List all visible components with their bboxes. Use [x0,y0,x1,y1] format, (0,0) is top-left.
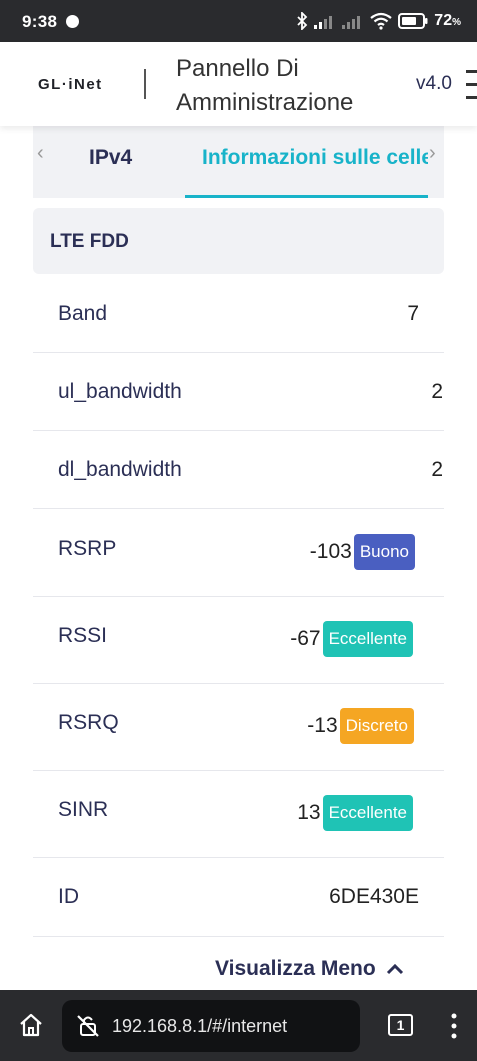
status-icons: 72% [296,11,461,31]
app-header: GL·iNet Pannello Di Amministrazione v4.0 [0,42,477,126]
info-row-dl-bandwidth: dl_bandwidth 2 [33,431,444,509]
row-label: dl_bandwidth [58,458,182,481]
tab-scroll-left-icon[interactable]: ‹ [37,142,44,165]
url-bar[interactable]: 192.168.8.1/#/internet [62,1000,360,1052]
header-divider [144,69,146,99]
not-secure-icon[interactable] [75,1013,101,1039]
status-bar: 9:38 72% [0,0,477,42]
row-value: 2 [431,458,443,481]
rsrp-value: -103 [309,540,352,563]
rssi-value: -67 [290,627,321,650]
row-value: 7 [407,302,419,325]
tab-bar: ‹ IPv4 Informazioni sulle celle › [33,126,444,198]
status-badge: Buono [353,534,415,570]
status-badge: Discreto [339,708,414,744]
info-row-rsrq: RSRQ -13 Discreto [33,684,444,771]
row-label: ID [58,885,79,908]
signal-icon [342,16,361,29]
row-label: RSRQ [58,711,119,734]
row-label: ul_bandwidth [58,380,182,403]
home-icon[interactable] [18,1012,44,1038]
row-value: 6DE430E [329,885,419,908]
row-value: -103 Buono [310,534,415,570]
show-less-label: Visualizza Meno [215,957,376,980]
row-label: RSRP [58,537,117,560]
row-value: 2 [431,380,443,403]
section-title: LTE FDD [50,231,129,252]
page-title: Pannello Di Amministrazione [176,55,354,116]
sinr-value: 13 [297,801,321,824]
tabs-button[interactable]: 1 [388,1014,413,1036]
notification-dot-icon [66,15,79,28]
signal-icon [314,16,333,29]
status-badge: Eccellente [322,795,413,831]
wifi-icon [370,12,392,30]
bluetooth-icon [297,12,308,30]
chevron-up-icon [386,963,403,975]
row-value: -13 Discreto [307,708,414,744]
row-label: Band [58,302,108,325]
tab-scroll-right-icon[interactable]: › [429,142,436,165]
tab-cell-info[interactable]: Informazioni sulle celle [202,146,428,170]
tab-count: 1 [396,1017,405,1033]
row-value: -67 Eccellente [290,621,413,657]
info-row-band: Band 7 [33,274,444,353]
info-row-id: ID 6DE430E [33,858,444,937]
rsrq-value: -13 [307,714,338,737]
battery-level: 72% [434,12,461,29]
status-badge: Eccellente [322,621,413,657]
info-row-sinr: SINR 13 Eccellente [33,771,444,858]
version-label: v4.0 [416,73,452,94]
section-header: LTE FDD [33,208,444,274]
more-vert-icon[interactable] [448,1012,460,1040]
gl-inet-logo[interactable]: GL·iNet [38,76,103,93]
info-row-ul-bandwidth: ul_bandwidth 2 [33,353,444,431]
row-label: RSSI [58,624,108,647]
active-tab-indicator [185,195,428,198]
menu-icon[interactable] [466,96,477,99]
status-time: 9:38 [22,12,58,31]
show-less-button[interactable]: Visualizza Meno [215,957,404,981]
url-text: 192.168.8.1/#/internet [112,1016,288,1036]
menu-icon[interactable] [466,83,477,86]
row-label: SINR [58,798,109,821]
battery-icon [398,13,428,29]
browser-bar: 192.168.8.1/#/internet 1 [0,990,477,1061]
menu-icon[interactable] [466,70,477,73]
info-row-rssi: RSSI -67 Eccellente [33,597,444,684]
info-row-rsrp: RSRP -103 Buono [33,509,444,597]
row-value: 13 Eccellente [297,795,413,831]
tab-ipv4[interactable]: IPv4 [89,146,132,170]
